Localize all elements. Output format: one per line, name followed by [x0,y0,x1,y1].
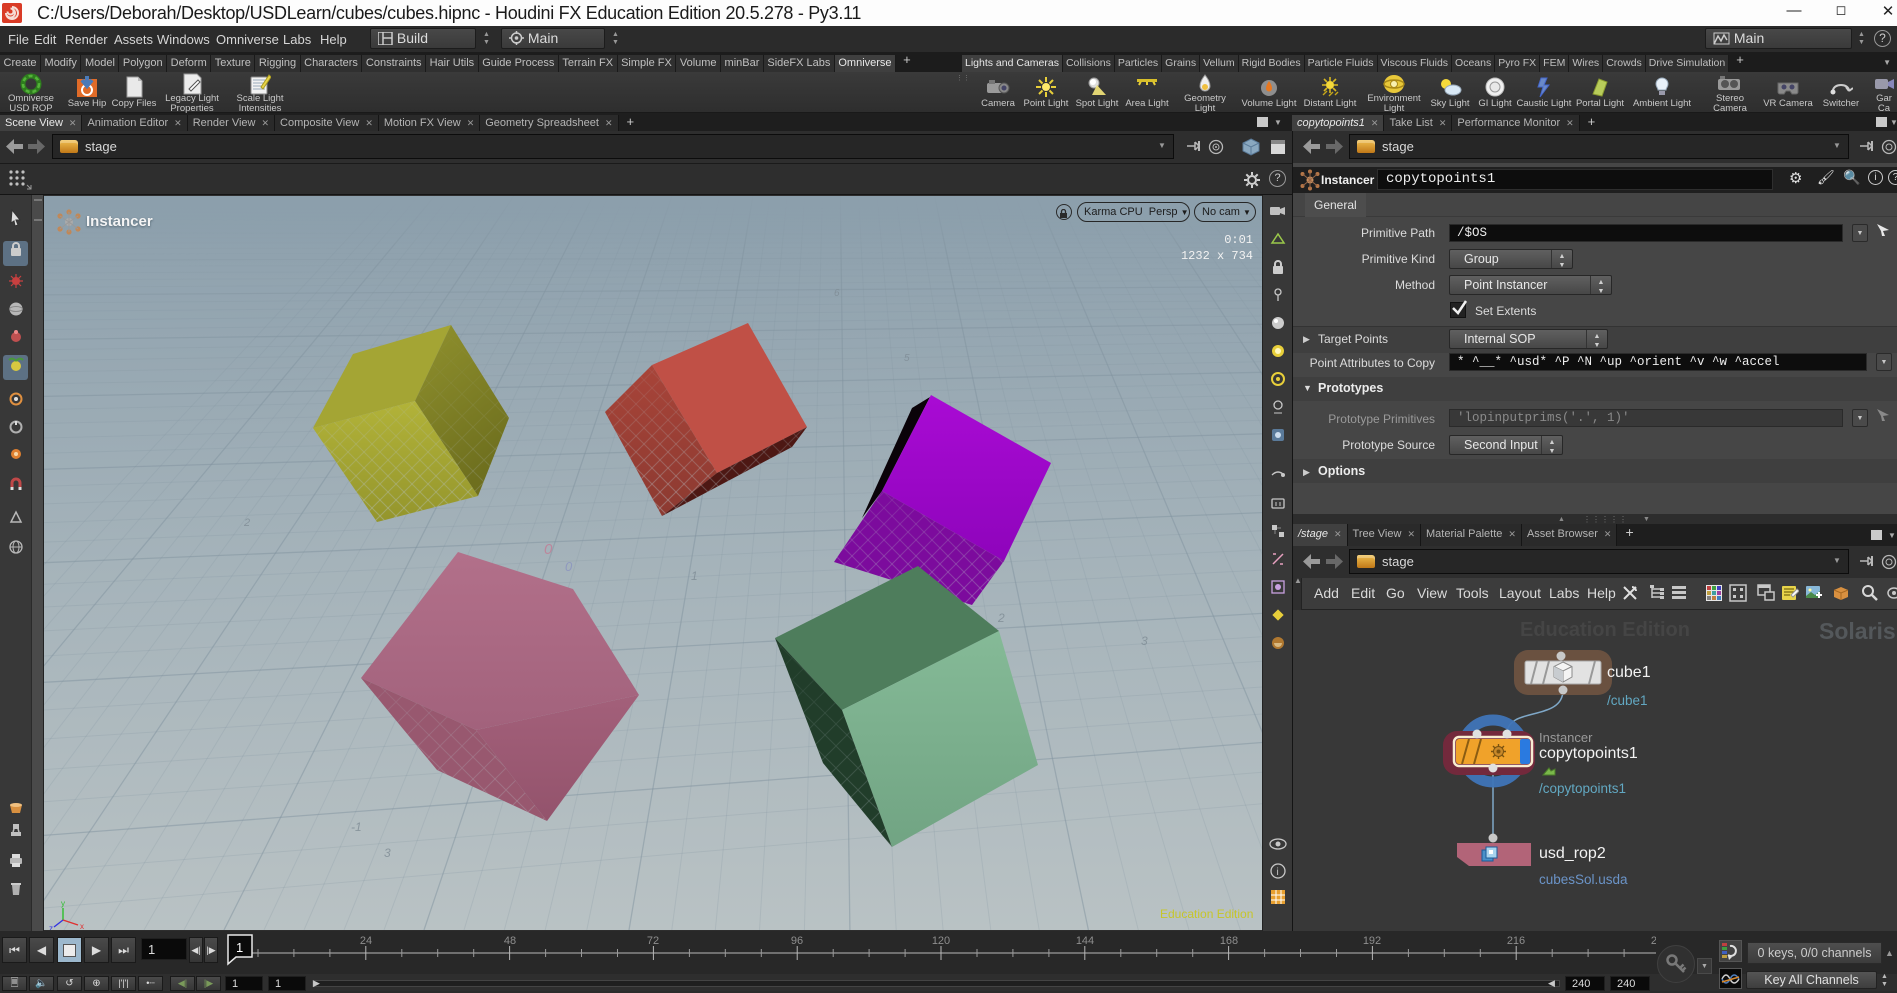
svg-text:192: 192 [1363,935,1381,947]
svg-text:1: 1 [691,569,698,583]
svg-text:3: 3 [384,846,391,860]
svg-text:2: 2 [243,517,250,529]
svg-text:96: 96 [791,935,803,947]
svg-text:144: 144 [1076,935,1094,947]
svg-text:-1: -1 [351,820,362,834]
svg-text:0: 0 [565,559,573,574]
svg-text:240: 240 [1651,935,1656,947]
svg-text:120: 120 [932,935,950,947]
svg-text:48: 48 [504,935,516,947]
svg-text:2: 2 [997,611,1005,625]
svg-text:5: 5 [904,353,910,364]
svg-text:x: x [80,922,84,930]
svg-text:72: 72 [647,935,659,947]
svg-text:i: i [1277,867,1279,878]
svg-text:216: 216 [1507,935,1525,947]
svg-text:z: z [49,924,53,930]
svg-text:168: 168 [1220,935,1238,947]
svg-text:0: 0 [544,541,553,558]
svg-text:1: 1 [236,940,243,955]
svg-text:24: 24 [360,935,372,947]
svg-text:6: 6 [834,288,840,299]
svg-text:3: 3 [1141,634,1148,648]
svg-text:y: y [61,899,65,908]
